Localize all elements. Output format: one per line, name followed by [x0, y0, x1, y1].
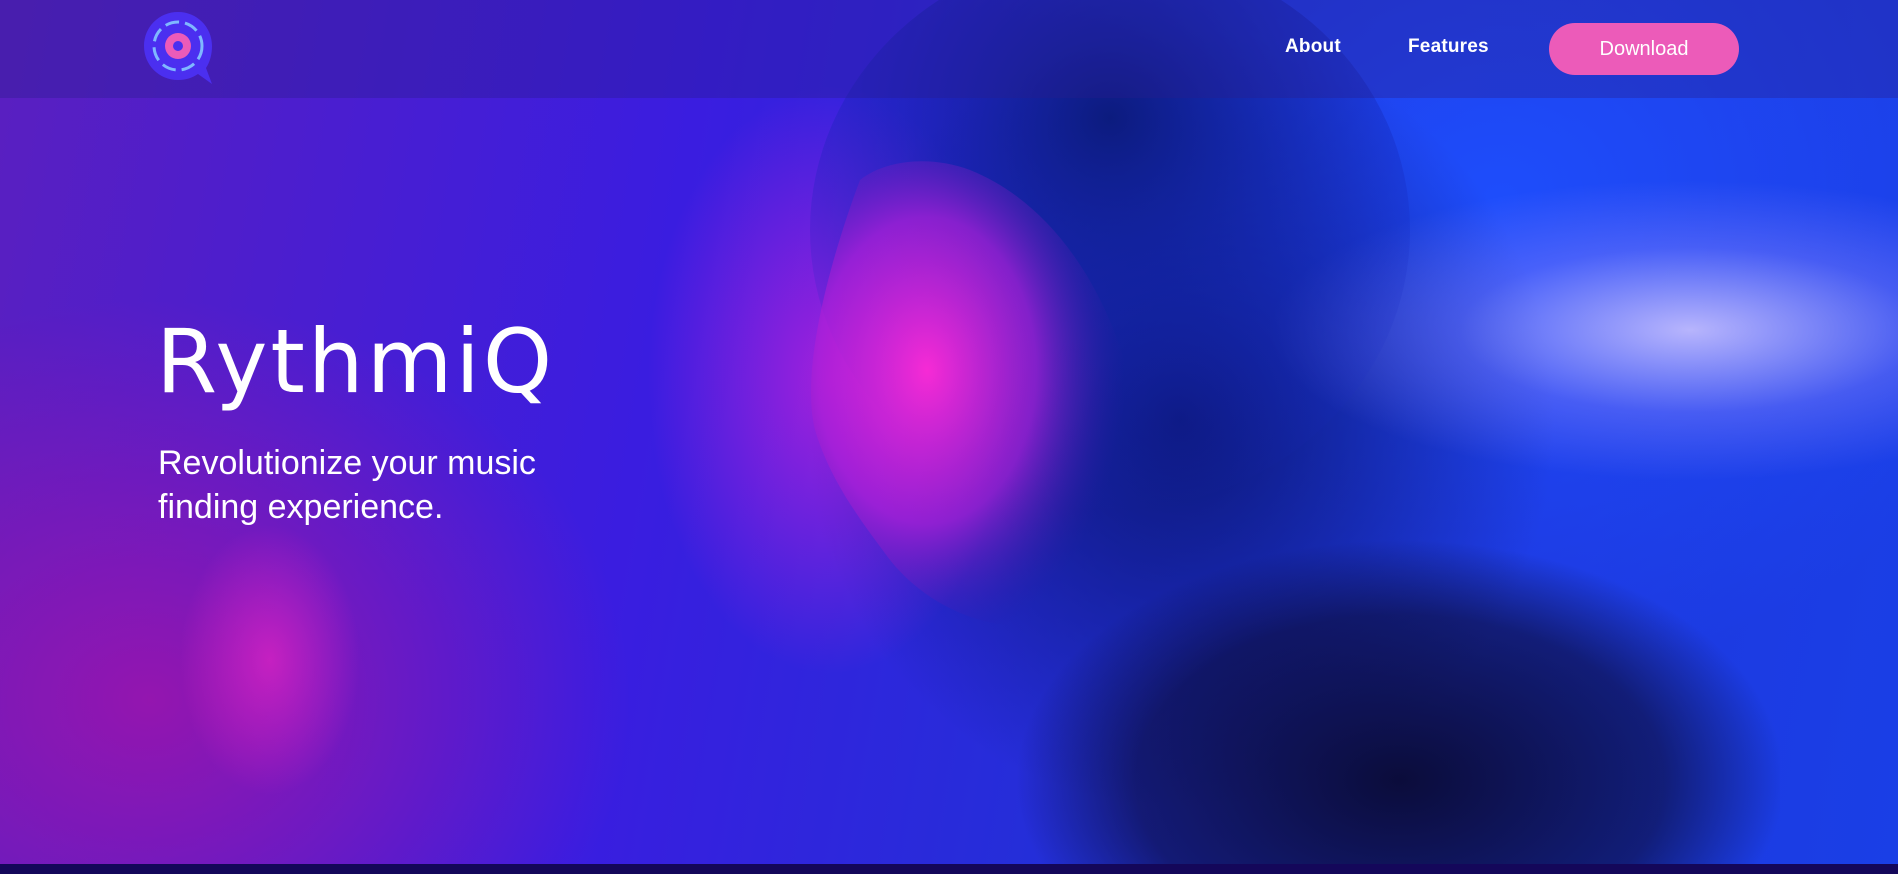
nav-link-features[interactable]: Features — [1408, 36, 1489, 58]
bottom-edge — [0, 864, 1898, 874]
hero-subtitle: Revolutionize your music finding experie… — [158, 444, 536, 526]
vinyl-speech-bubble-icon[interactable] — [142, 10, 214, 86]
hoodie-shadow — [880, 480, 1780, 864]
nav-link-about[interactable]: About — [1285, 36, 1341, 58]
top-navbar: About Features Download — [0, 0, 1898, 98]
hero-title: RythmiQ — [156, 310, 556, 413]
phone-glow — [150, 480, 410, 860]
hero-background-image — [0, 0, 1898, 864]
download-button[interactable]: Download — [1549, 23, 1739, 75]
